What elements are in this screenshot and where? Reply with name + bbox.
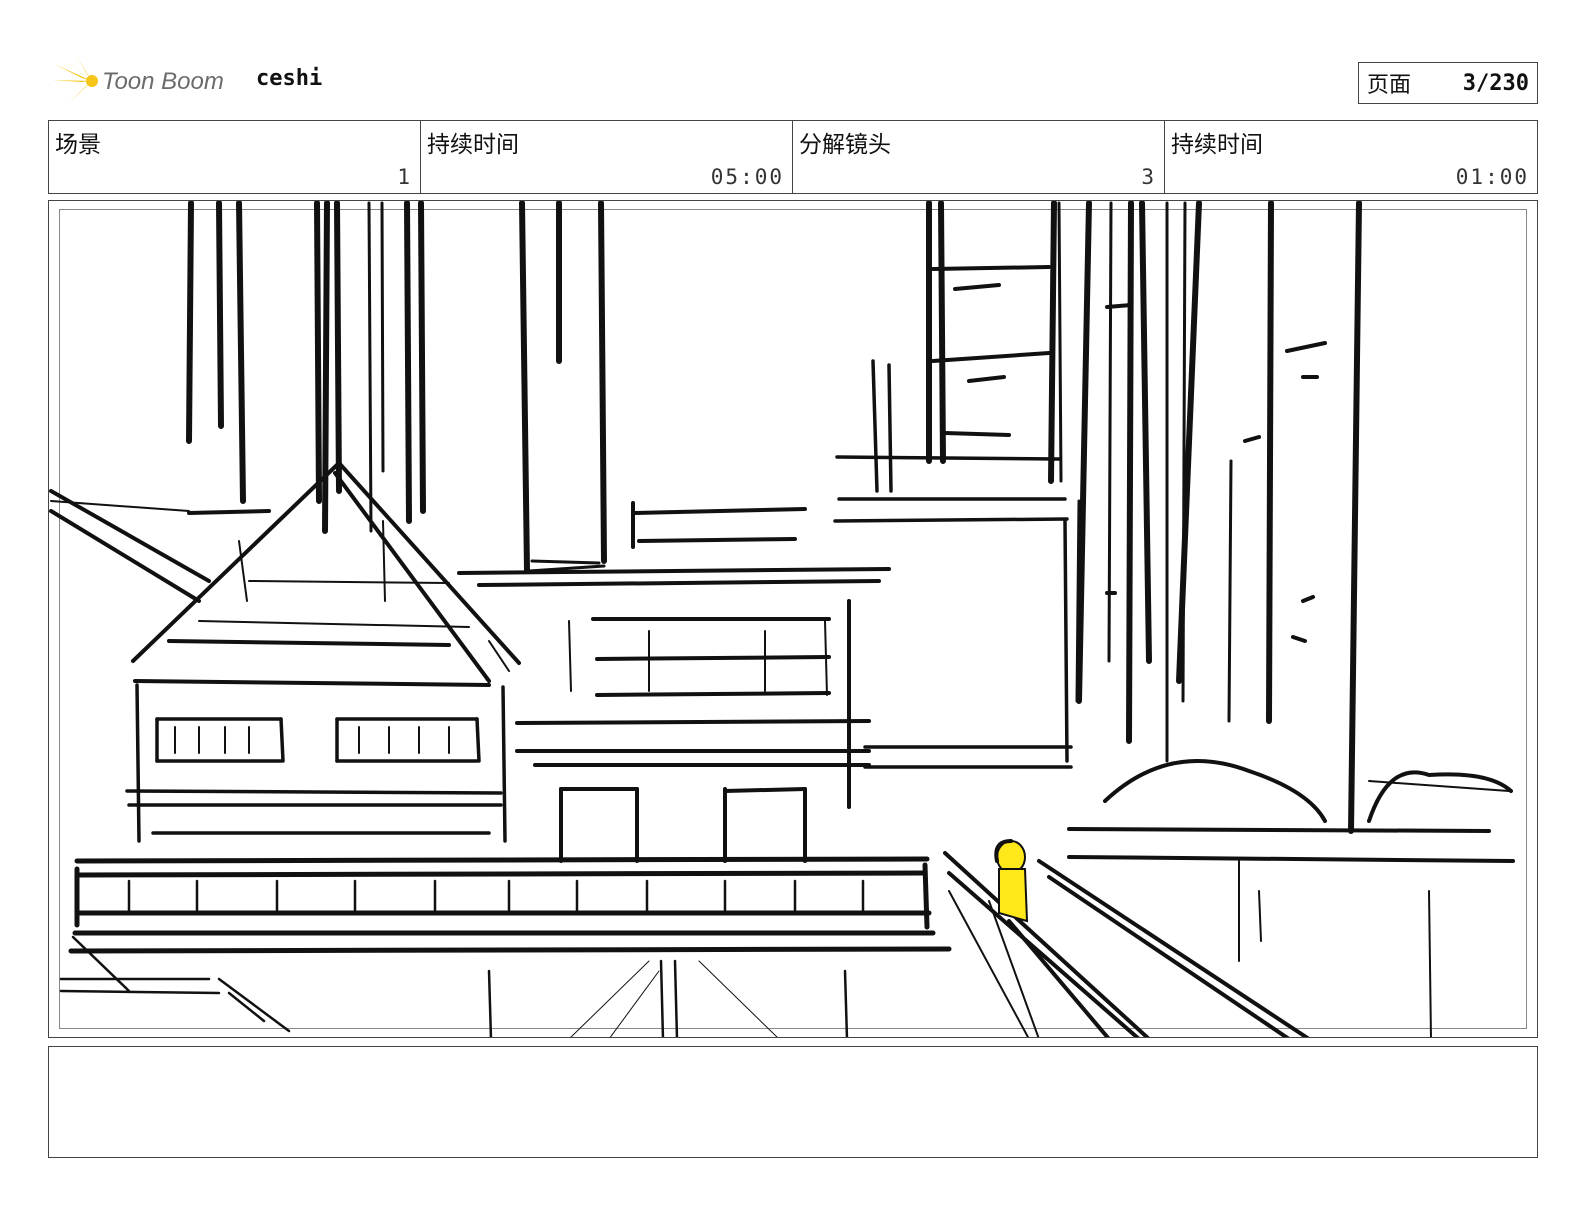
page-label: 页面 [1367, 73, 1412, 98]
panel-sketch [49, 201, 1515, 1037]
duration-value: 05:00 [710, 165, 784, 189]
info-row: 场景 1 持续时间 05:00 分解镜头 3 持续时间 01:00 [48, 120, 1538, 194]
toon-boom-burst-icon: Toon Boom [52, 56, 224, 104]
panel-duration-cell: 持续时间 01:00 [1165, 121, 1537, 193]
svg-text:Toon Boom: Toon Boom [102, 68, 224, 95]
panel-notes[interactable] [48, 1046, 1538, 1158]
duration-label: 持续时间 [427, 132, 519, 158]
scene-value: 1 [397, 165, 412, 189]
panel-cell: 分解镜头 3 [793, 121, 1165, 193]
panel-label: 分解镜头 [799, 132, 891, 158]
page-number: 3/230 [1462, 70, 1529, 96]
panel-duration-value: 01:00 [1455, 165, 1529, 189]
yellow-figure [994, 839, 1029, 923]
duration-cell: 持续时间 05:00 [421, 121, 793, 193]
storyboard-panel[interactable] [48, 200, 1538, 1038]
panel-duration-label: 持续时间 [1171, 132, 1263, 158]
page-indicator: 页面 3/230 [1358, 62, 1538, 104]
panel-value: 3 [1141, 165, 1156, 189]
toon-boom-logo: Toon Boom [52, 56, 242, 106]
scene-cell: 场景 1 [49, 121, 421, 193]
project-name: ceshi [256, 66, 323, 91]
scene-label: 场景 [55, 132, 101, 158]
